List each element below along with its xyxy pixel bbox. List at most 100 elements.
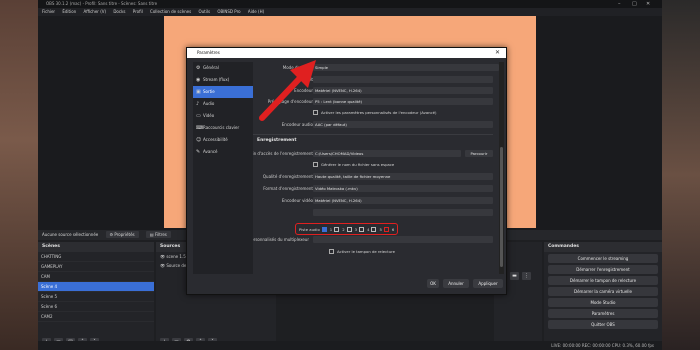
apply-button[interactable]: Appliquer [473, 279, 503, 288]
ok-button[interactable]: OK [427, 279, 439, 288]
audio-encoder-select[interactable]: AAC (par défaut) [313, 121, 493, 128]
nospace-checkbox[interactable] [313, 162, 318, 167]
scenes-title: Scènes [38, 242, 154, 252]
track-1-checkbox[interactable] [321, 226, 327, 232]
track-4-checkbox[interactable] [359, 226, 365, 232]
settings-button[interactable]: Paramètres [548, 309, 658, 318]
audio-encoder-label: Encodeur audio [281, 122, 313, 127]
track-2-checkbox[interactable] [334, 226, 340, 232]
filters-button[interactable]: ▤ Filtres [145, 231, 171, 238]
stream-encoder-select[interactable]: Matériel (NVENC, H.264) [313, 87, 493, 94]
start-recording-button[interactable]: Démarrer l'enregistrement [548, 265, 658, 274]
menu-docks[interactable]: Docks [113, 9, 125, 14]
cancel-button[interactable]: Annuler [443, 279, 469, 288]
properties-button[interactable]: ⚙ Propriétés [105, 231, 139, 238]
menu-view[interactable]: Afficher (V) [83, 9, 106, 14]
menu-plugin[interactable]: OBINSD Pro [217, 9, 240, 14]
scene-item[interactable]: CAM [38, 272, 154, 282]
recording-extra-select[interactable] [313, 209, 493, 216]
menu-bar: Fichier Édition Afficher (V) Docks Profi… [38, 8, 662, 16]
stream-encoder-row: Encodeur Matériel (NVENC, H.264) [253, 86, 499, 95]
preset-select[interactable]: P5 : Lent (bonne qualité) [313, 98, 493, 105]
browse-button[interactable]: Parcourir [465, 150, 493, 157]
filters-label: Filtres [154, 232, 167, 237]
sidebar-item-hotkeys[interactable]: ⌨ Raccourcis clavier [193, 122, 253, 134]
replay-buffer-checkbox[interactable] [329, 249, 334, 254]
recording-format-select[interactable]: Vidéo Matroska (.mkv) [313, 185, 493, 192]
sidebar-item-output[interactable]: ▣ Sortie [193, 86, 253, 98]
track-5-checkbox[interactable] [371, 226, 377, 232]
settings-dialog: Paramètres ✕ ⚙ Général ◉ Stream (flux) ▣ So… [186, 47, 507, 295]
controls-title: Commandes [544, 242, 662, 252]
menu-edit[interactable]: Édition [62, 9, 76, 14]
exit-button[interactable]: Quitter OBS [548, 320, 658, 329]
sidebar-item-label: Vidéo [203, 113, 215, 118]
bitrate-field[interactable] [313, 76, 493, 83]
scene-item[interactable]: Scène 6 [38, 302, 154, 312]
replay-buffer-button[interactable]: Démarrer le tampon de relecture [548, 276, 658, 285]
menu-tools[interactable]: Outils [198, 9, 210, 14]
dialog-footer: OK Annuler Appliquer [187, 276, 508, 290]
sidebar-item-accessibility[interactable]: ☺ Accessibilité [193, 134, 253, 146]
preset-label: Préréglage d'encodeur [267, 99, 313, 104]
background-photo-right [662, 0, 700, 350]
close-icon[interactable]: ✕ [495, 48, 500, 58]
keyboard-icon: ⌨ [196, 125, 204, 131]
scene-item[interactable]: CAM2 [38, 312, 154, 322]
scene-item[interactable]: GAMEPLAY [38, 262, 154, 272]
sidebar-item-general[interactable]: ⚙ Général [193, 62, 253, 74]
window-title: OBS 30.1.2 (mac) - Profil: Sans titre - … [46, 1, 158, 6]
recording-path-label: Chemin d'accès de l'enregistrement [253, 151, 313, 156]
advanced-encoder-row: Activer les paramètres personnalisés de … [253, 108, 499, 117]
preset-row: Préréglage d'encodeur P5 : Lent (bonne q… [253, 97, 499, 106]
track-3-checkbox[interactable] [346, 226, 352, 232]
sidebar-item-advanced[interactable]: ✎ Avancé [193, 146, 253, 158]
sidebar-item-video[interactable]: ▭ Vidéo [193, 110, 253, 122]
recording-quality-select[interactable]: Haute qualité, taille de fichier moyenne [313, 173, 493, 180]
recording-path-field[interactable]: C:/Users/CHOMAD/Videos [313, 150, 461, 157]
close-icon[interactable]: ✕ [646, 0, 650, 8]
audio-tracks-group: Piste audio 1 2 3 4 5 6 [295, 223, 399, 235]
properties-label: Propriétés [114, 232, 135, 237]
menu-help[interactable]: Aide (H) [248, 9, 264, 14]
virtual-camera-button[interactable]: Démarrer la caméra virtuelle [548, 287, 658, 296]
recording-encoder-select[interactable]: Matériel (NVENC, H.264) [313, 197, 493, 204]
recording-quality-label: Qualité d'enregistrement [262, 174, 313, 179]
remove-transition-button[interactable]: ▬ [510, 272, 519, 280]
scene-item-active[interactable]: Scène 4 [38, 282, 154, 292]
sidebar-item-audio[interactable]: ♪ Audio [193, 98, 253, 110]
recording-path-row: Chemin d'accès de l'enregistrement C:/Us… [253, 149, 499, 158]
menu-scene-collection[interactable]: Collection de scènes [150, 9, 191, 14]
scene-item[interactable]: CHATTING [38, 252, 154, 262]
status-bar: LIVE: 00:00:00 REC: 00:00:00 CPU: 0.3%, … [38, 341, 662, 350]
transition-settings-button[interactable]: ⋮ [522, 272, 531, 280]
maximize-icon[interactable]: □ [632, 0, 637, 8]
no-source-label: Aucune source sélectionnée [42, 232, 99, 237]
track-6-checkbox[interactable] [383, 226, 389, 232]
scene-item[interactable]: Scène 5 [38, 292, 154, 302]
sidebar-item-label: Accessibilité [203, 137, 228, 142]
sidebar-item-label: Audio [203, 101, 215, 106]
controls-dock: Commandes Commencer le streaming Démarre… [544, 242, 662, 350]
custom-muxer-field[interactable] [313, 236, 493, 243]
scrollbar-thumb[interactable] [500, 147, 503, 267]
menu-profile[interactable]: Profil [133, 9, 143, 14]
output-mode-select[interactable]: Simple [313, 64, 499, 71]
gear-icon: ⚙ [196, 65, 201, 71]
studio-mode-button[interactable]: Mode Studio [548, 298, 658, 307]
broadcast-icon: ◉ [196, 77, 201, 83]
dialog-title-bar: Paramètres ✕ [187, 48, 506, 58]
recording-format-label: Format d'enregistrement [263, 186, 313, 191]
settings-sidebar: ⚙ Général ◉ Stream (flux) ▣ Sortie ♪ Audio ▭… [193, 62, 253, 274]
nospace-row: Générer le nom du fichier sans espace [253, 160, 499, 169]
advanced-encoder-label: Activer les paramètres personnalisés de … [321, 110, 437, 115]
start-streaming-button[interactable]: Commencer le streaming [548, 254, 658, 263]
background-photo-left [0, 0, 38, 350]
sidebar-item-label: Général [203, 65, 219, 70]
advanced-encoder-checkbox[interactable] [313, 110, 318, 115]
dialog-title: Paramètres [197, 50, 220, 55]
settings-scrollbar[interactable] [499, 62, 504, 274]
sidebar-item-stream[interactable]: ◉ Stream (flux) [193, 74, 253, 86]
minimize-icon[interactable]: – [618, 0, 621, 8]
menu-file[interactable]: Fichier [42, 9, 55, 14]
